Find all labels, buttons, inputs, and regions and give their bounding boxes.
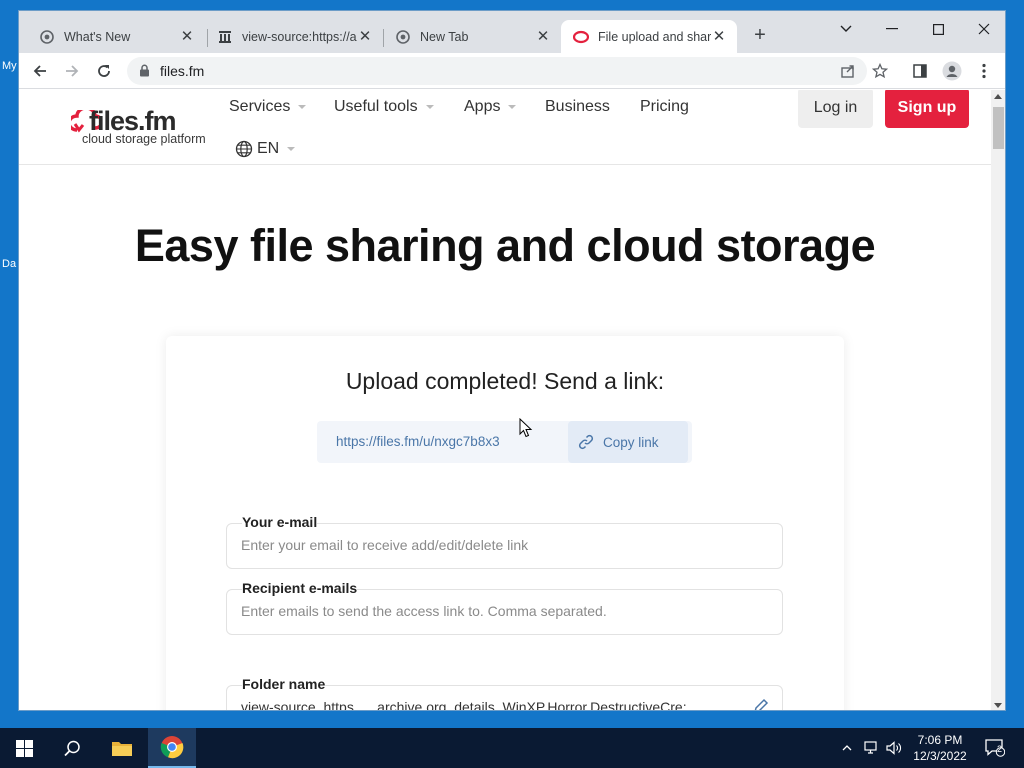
edit-pencil-icon[interactable] [752, 697, 770, 710]
filesfm-icon [573, 29, 589, 45]
bookmark-star-icon[interactable] [868, 59, 892, 83]
scrollbar-thumb[interactable] [993, 107, 1004, 149]
close-icon[interactable]: ✕ [535, 28, 551, 45]
network-icon[interactable] [862, 728, 882, 768]
close-window-button[interactable] [961, 15, 1005, 43]
chrome-icon [160, 736, 184, 759]
file-explorer-button[interactable] [98, 728, 146, 768]
link-icon [578, 434, 594, 450]
chevron-down-icon [287, 147, 296, 151]
search-icon [63, 740, 80, 756]
nav-useful-tools[interactable]: Useful tools [334, 98, 434, 116]
logo-tagline: cloud storage platform [82, 132, 206, 146]
folder-name-label: Folder name [242, 676, 326, 692]
action-center-button[interactable]: 2 [980, 728, 1010, 768]
close-icon[interactable]: ✕ [711, 28, 727, 45]
nav-label: Services [229, 98, 291, 115]
back-arrow-icon[interactable] [28, 59, 52, 83]
tab-title: New Tab [420, 29, 469, 44]
chrome-icon [395, 29, 411, 45]
share-link[interactable]: https://files.fm/u/nxgc7b8x3 [336, 434, 500, 449]
close-icon[interactable]: ✕ [357, 28, 373, 45]
profile-avatar-icon[interactable] [940, 59, 964, 83]
share-icon[interactable] [836, 59, 860, 83]
forward-arrow-icon[interactable] [60, 59, 84, 83]
close-icon[interactable]: ✕ [179, 28, 195, 45]
tab-strip: What's New ✕ view-source:https://a ✕ New… [19, 11, 1005, 53]
copy-link-button[interactable]: Copy link [568, 421, 688, 463]
nav-services[interactable]: Services [229, 98, 307, 116]
nav-label: Pricing [640, 98, 689, 115]
chrome-icon [39, 29, 55, 45]
maximize-button[interactable] [915, 15, 961, 43]
nav-business[interactable]: Business [545, 98, 610, 116]
chrome-taskbar-button[interactable] [148, 728, 196, 768]
recipients-input[interactable] [241, 603, 761, 619]
start-button[interactable] [0, 728, 48, 768]
nav-pricing[interactable]: Pricing [640, 98, 689, 116]
tab-view-source[interactable]: view-source:https://a ✕ [205, 20, 383, 53]
nav-label: Apps [464, 98, 501, 115]
tab-file-upload[interactable]: File upload and shari ✕ [561, 20, 737, 53]
chevron-down-icon [298, 105, 307, 109]
nav-apps[interactable]: Apps [464, 98, 517, 116]
signup-button[interactable]: Sign up [885, 90, 969, 128]
desktop-icon-label[interactable]: Da [2, 258, 16, 270]
upload-result-card: Upload completed! Send a link: https://f… [166, 336, 844, 710]
copy-link-label: Copy link [603, 434, 659, 450]
url-text: files.fm [160, 63, 205, 79]
nav-label: Useful tools [334, 98, 418, 115]
mouse-cursor-icon [519, 418, 533, 438]
card-title: Upload completed! Send a link: [345, 368, 665, 394]
share-link-box: https://files.fm/u/nxgc7b8x3 Copy link [317, 421, 692, 463]
side-panel-icon[interactable] [908, 59, 932, 83]
minimize-button[interactable] [869, 15, 915, 43]
chevron-down-icon [508, 105, 517, 109]
vertical-scrollbar[interactable] [991, 90, 1005, 710]
system-clock[interactable]: 7:06 PM 12/3/2022 [900, 732, 980, 764]
email-input[interactable] [241, 537, 761, 553]
tab-title: view-source:https://a [242, 29, 357, 44]
login-button[interactable]: Log in [798, 90, 873, 128]
taskbar: 7:06 PM 12/3/2022 2 [0, 728, 1024, 768]
page-headline: Easy file sharing and cloud storage [134, 220, 876, 271]
scroll-up-arrow-icon[interactable] [994, 94, 1002, 99]
archive-icon [217, 29, 233, 45]
reload-icon[interactable] [92, 59, 116, 83]
language-label: EN [257, 140, 280, 157]
new-tab-button[interactable]: + [749, 25, 771, 47]
folder-icon [112, 742, 132, 756]
web-page: files.fm cloud storage platform Services… [19, 90, 991, 710]
browser-window: What's New ✕ view-source:https://a ✕ New… [18, 10, 1006, 711]
tab-whats-new[interactable]: What's New ✕ [27, 20, 205, 53]
tab-title: What's New [64, 29, 131, 44]
recipients-label: Recipient e-mails [242, 580, 358, 596]
scroll-down-arrow-icon[interactable] [994, 703, 1002, 708]
tab-search-icon[interactable] [823, 15, 869, 43]
folder-name-value[interactable]: view-source_https___archive.org_details_… [241, 699, 741, 710]
clock-date: 12/3/2022 [913, 749, 967, 763]
language-selector[interactable]: EN [235, 140, 296, 158]
chevron-up-icon[interactable] [838, 728, 856, 768]
desktop-icon-label[interactable]: My [2, 60, 17, 72]
notification-count: 2 [997, 744, 1003, 754]
tab-new-tab[interactable]: New Tab ✕ [383, 20, 561, 53]
lock-icon[interactable] [139, 64, 150, 82]
globe-icon [235, 140, 253, 158]
tab-title: File upload and shari [598, 29, 711, 44]
browser-toolbar: files.fm [19, 53, 1005, 89]
site-header: files.fm cloud storage platform Services… [19, 90, 991, 165]
address-bar[interactable]: files.fm [127, 57, 867, 85]
menu-kebab-icon[interactable] [972, 59, 996, 83]
search-button[interactable] [48, 728, 96, 768]
chevron-down-icon [425, 105, 434, 109]
email-label: Your e-mail [242, 514, 318, 530]
clock-time: 7:06 PM [917, 733, 963, 747]
windows-logo-icon [15, 739, 33, 757]
nav-label: Business [545, 98, 610, 115]
